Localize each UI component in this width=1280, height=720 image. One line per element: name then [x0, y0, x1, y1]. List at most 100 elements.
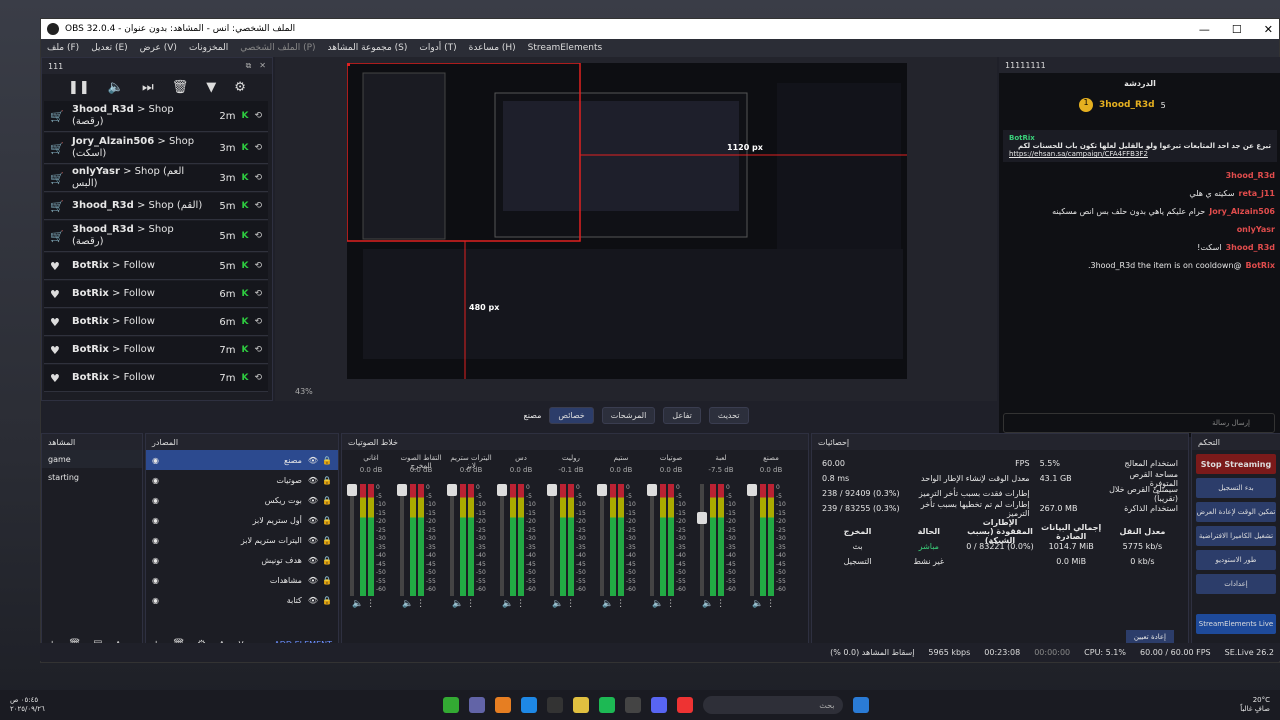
slider-handle[interactable]: [447, 484, 457, 496]
lock-icon[interactable]: 🔒: [322, 456, 332, 465]
filters-button[interactable]: المرشحات: [601, 406, 656, 424]
skip-k-icon[interactable]: K: [241, 261, 248, 271]
speaker-icon[interactable]: 🔈: [652, 599, 663, 609]
activity-item[interactable]: ♥ BotRix > Follow 6m K ⟲: [44, 281, 268, 308]
eye-icon[interactable]: 👁: [308, 556, 318, 565]
activity-item[interactable]: 🛒 3hood_R3d > Shop (رقصة) 2m K ⟲: [44, 101, 268, 132]
eye-icon[interactable]: 👁: [308, 536, 318, 545]
source-item[interactable]: ◉ مشاهدات 👁 🔒: [146, 570, 338, 590]
eye-icon[interactable]: 👁: [308, 596, 318, 605]
more-icon[interactable]: ⋮: [416, 599, 425, 609]
activity-item[interactable]: 🛒 onlyYasr > Shop (العم البس) 3m K ⟲: [44, 165, 268, 192]
replay-buffer-button[interactable]: تمكين الوقت لإعادة العرض: [1196, 502, 1276, 522]
lock-icon[interactable]: 🔒: [322, 596, 332, 605]
chat-user[interactable]: BotRix: [1246, 261, 1275, 270]
close-button[interactable]: ✕: [1264, 23, 1273, 36]
volume-slider[interactable]: [600, 484, 604, 596]
slider-handle[interactable]: [547, 484, 557, 496]
slider-handle[interactable]: [497, 484, 507, 496]
chat-user[interactable]: 3hood_R3d: [1226, 171, 1275, 180]
source-item[interactable]: ◉ بوت ريكس 👁 🔒: [146, 490, 338, 510]
slider-handle[interactable]: [347, 484, 357, 496]
speaker-icon[interactable]: 🔈: [752, 599, 763, 609]
skip-k-icon[interactable]: K: [241, 143, 248, 153]
slider-handle[interactable]: [647, 484, 657, 496]
close-icon[interactable]: ✕: [259, 61, 266, 71]
skip-k-icon[interactable]: K: [241, 201, 248, 211]
volume-slider[interactable]: [450, 484, 454, 596]
menu-help[interactable]: مساعدة (H): [469, 43, 516, 53]
replay-icon[interactable]: ⟲: [254, 201, 262, 211]
volume-icon[interactable]: 🔈: [108, 80, 124, 95]
app-icon[interactable]: [417, 697, 433, 713]
chat-user[interactable]: onlyYasr: [1237, 225, 1275, 234]
replay-icon[interactable]: ⟲: [254, 173, 262, 183]
source-item[interactable]: ◉ كتابة 👁 🔒: [146, 590, 338, 610]
speaker-icon[interactable]: 🔈: [402, 599, 413, 609]
skip-k-icon[interactable]: K: [241, 373, 248, 383]
speaker-icon[interactable]: 🔈: [452, 599, 463, 609]
more-icon[interactable]: ⋮: [766, 599, 775, 609]
lock-icon[interactable]: 🔒: [322, 496, 332, 505]
taskbar-search[interactable]: بحث: [702, 696, 843, 714]
speaker-icon[interactable]: 🔈: [552, 599, 563, 609]
source-item[interactable]: ◉ مصنع 👁 🔒: [146, 450, 338, 470]
pinned-link[interactable]: https://ehsan.sa/campaign/CFA4FFB3F2: [1009, 150, 1271, 158]
more-icon[interactable]: ⋮: [366, 599, 375, 609]
volume-slider[interactable]: [750, 484, 754, 596]
speaker-icon[interactable]: 🔈: [502, 599, 513, 609]
menu-edit[interactable]: تعديل (E): [91, 43, 127, 53]
activity-item[interactable]: 🛒 Jory_Alzain506 > Shop (اسكت) 3m K ⟲: [44, 133, 268, 164]
skip-k-icon[interactable]: K: [241, 231, 248, 241]
skip-k-icon[interactable]: K: [241, 345, 248, 355]
menu-scene-collection[interactable]: مجموعة المشاهد (S): [328, 43, 408, 53]
properties-button[interactable]: خصائص: [549, 406, 594, 424]
slider-handle[interactable]: [597, 484, 607, 496]
skip-k-icon[interactable]: K: [241, 111, 248, 121]
menu-tools[interactable]: أدوات (T): [419, 43, 456, 53]
more-icon[interactable]: ⋮: [616, 599, 625, 609]
reset-button[interactable]: إعادة تعيين: [1125, 630, 1174, 644]
more-icon[interactable]: ⋮: [666, 599, 675, 609]
skip-k-icon[interactable]: K: [241, 173, 248, 183]
skip-k-icon[interactable]: K: [241, 289, 248, 299]
chat-user[interactable]: reta_j11: [1239, 189, 1275, 198]
studio-mode-button[interactable]: طور الاستوديو: [1196, 550, 1276, 570]
activity-item[interactable]: ♥ BotRix > Follow 6m K ⟲: [44, 309, 268, 336]
source-item[interactable]: ◉ أول ستريم لابز 👁 🔒: [146, 510, 338, 530]
replay-icon[interactable]: ⟲: [254, 373, 262, 383]
speaker-icon[interactable]: 🔈: [602, 599, 613, 609]
activity-item[interactable]: 🛒 3hood_R3d > Shop (القم) 5m K ⟲: [44, 193, 268, 220]
more-icon[interactable]: ⋮: [566, 599, 575, 609]
volume-slider[interactable]: [350, 484, 354, 596]
volume-slider[interactable]: [400, 484, 404, 596]
chat-user[interactable]: 3hood_R3d: [1226, 243, 1275, 252]
float-icon[interactable]: ⧉: [246, 61, 252, 71]
lock-icon[interactable]: 🔒: [322, 536, 332, 545]
gear-icon[interactable]: ⚙: [234, 80, 246, 95]
replay-icon[interactable]: ⟲: [254, 317, 262, 327]
scene-item[interactable]: starting: [42, 468, 142, 486]
streamelements-live-button[interactable]: StreamElements Live: [1196, 614, 1276, 634]
trash-icon[interactable]: 🗑: [172, 80, 189, 95]
virtual-camera-button[interactable]: تشغيل الكاميرا الافتراضية: [1196, 526, 1276, 546]
eye-icon[interactable]: 👁: [308, 456, 318, 465]
spotify-icon[interactable]: [598, 697, 615, 713]
teams-icon[interactable]: [468, 697, 485, 713]
activity-item[interactable]: ♥ BotRix > Follow 7m K ⟲: [44, 365, 268, 392]
menu-file[interactable]: ملف (F): [47, 43, 79, 53]
source-item[interactable]: ◉ صوتيات 👁 🔒: [146, 470, 338, 490]
refresh-button[interactable]: تحديث: [708, 406, 749, 424]
replay-icon[interactable]: ⟲: [254, 345, 262, 355]
chat-user[interactable]: Jory_Alzain506: [1209, 207, 1275, 216]
skip-k-icon[interactable]: K: [241, 317, 248, 327]
skip-icon[interactable]: ⏭: [142, 80, 154, 95]
slider-handle[interactable]: [697, 512, 707, 524]
replay-icon[interactable]: ⟲: [254, 289, 262, 299]
start-recording-button[interactable]: بدء التسجيل: [1196, 478, 1276, 498]
activity-item[interactable]: 🛒 3hood_R3d > Shop (رقصة) 5m K ⟲: [44, 221, 268, 252]
replay-icon[interactable]: ⟲: [254, 143, 262, 153]
more-icon[interactable]: ⋮: [716, 599, 725, 609]
eye-icon[interactable]: 👁: [308, 476, 318, 485]
interact-button[interactable]: تفاعل: [663, 406, 701, 424]
